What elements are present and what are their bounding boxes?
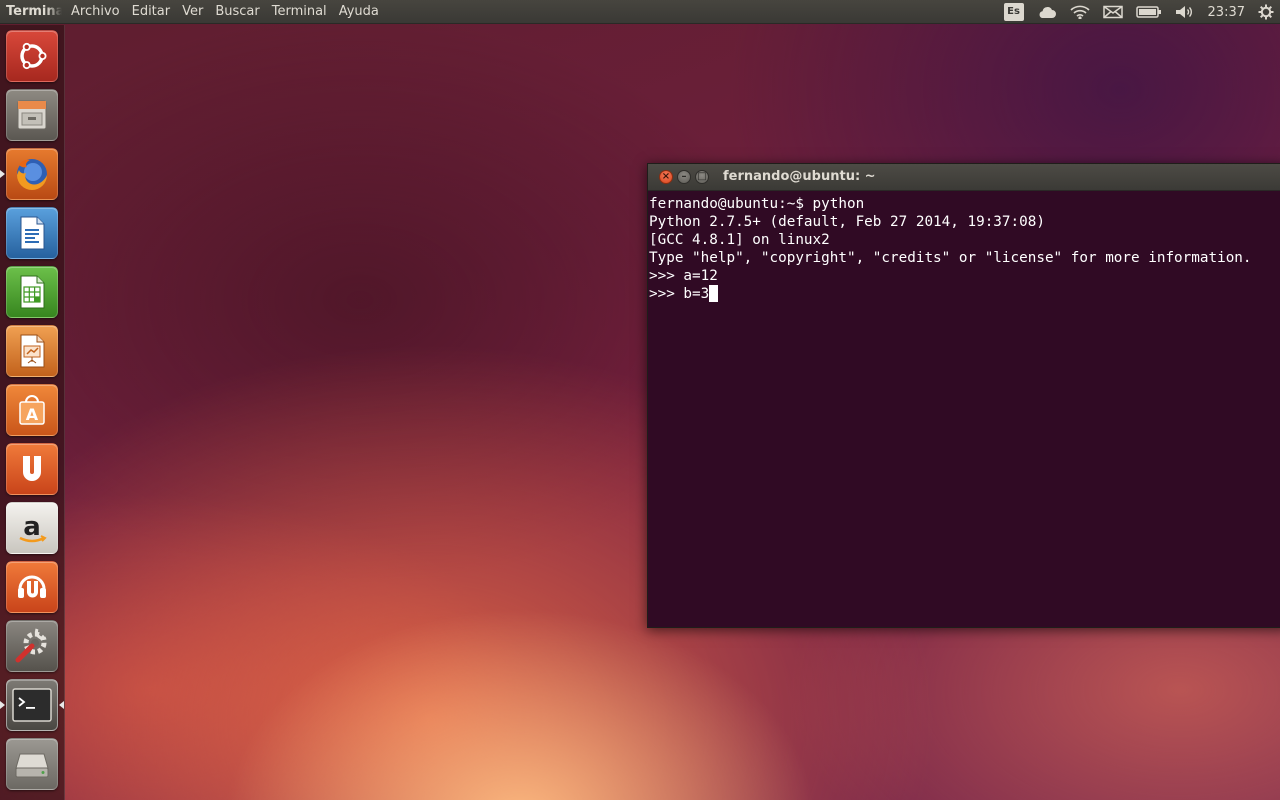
top-panel: Terminal Archivo Editar Ver Buscar Termi…	[0, 0, 1280, 24]
writer-document-icon	[20, 216, 45, 250]
terminal-current-input: >>> b=3	[649, 286, 710, 302]
app-title: Terminal	[6, 4, 62, 19]
ubuntu-logo-icon	[20, 42, 47, 70]
terminal-icon	[12, 688, 52, 722]
close-button[interactable]: ×	[659, 170, 673, 184]
svg-text:a: a	[23, 512, 41, 542]
power-gear-icon[interactable]	[1258, 4, 1274, 20]
wifi-icon[interactable]	[1069, 5, 1090, 19]
close-icon: ×	[661, 171, 671, 182]
terminal-window: × – □ fernando@ubuntu: ~ fernando@ubuntu…	[647, 163, 1280, 628]
drive-icon	[15, 753, 49, 778]
launcher-libreoffice-calc[interactable]	[6, 266, 58, 318]
volume-icon[interactable]	[1175, 5, 1195, 19]
clock[interactable]: 23:37	[1208, 5, 1245, 20]
menubar: Archivo Editar Ver Buscar Terminal Ayuda	[65, 0, 385, 24]
terminal-titlebar[interactable]: × – □ fernando@ubuntu: ~	[648, 164, 1280, 191]
impress-presentation-icon	[20, 334, 45, 368]
mail-icon[interactable]	[1102, 5, 1123, 19]
maximize-button[interactable]: □	[695, 170, 709, 184]
text-cursor	[709, 285, 719, 302]
terminal-line: fernando@ubuntu:~$ python	[649, 196, 865, 212]
launcher-libreoffice-impress[interactable]	[6, 325, 58, 377]
terminal-line: [GCC 4.8.1] on linux2	[649, 232, 830, 248]
menu-archivo[interactable]: Archivo	[65, 0, 126, 24]
launcher-libreoffice-writer[interactable]	[6, 207, 58, 259]
launcher-dash-home[interactable]	[6, 30, 58, 82]
minimize-button[interactable]: –	[677, 170, 691, 184]
maximize-icon: □	[697, 171, 707, 182]
ubuntu-one-icon	[23, 456, 41, 481]
menu-ver[interactable]: Ver	[176, 0, 209, 24]
terminal-output[interactable]: fernando@ubuntu:~$ python Python 2.7.5+ (…	[648, 191, 1280, 627]
running-pip-firefox	[0, 170, 5, 178]
clock-label: 23:37	[1207, 4, 1245, 20]
amazon-icon: a	[19, 512, 47, 543]
menu-terminal[interactable]: Terminal	[266, 0, 333, 24]
battery-icon[interactable]	[1135, 5, 1162, 19]
launcher: A a	[0, 25, 65, 800]
menu-ayuda[interactable]: Ayuda	[333, 0, 385, 24]
settings-wrench-icon	[15, 628, 47, 663]
file-cabinet-icon	[17, 100, 47, 130]
launcher-drive[interactable]	[6, 738, 58, 790]
launcher-ubuntu-one-music[interactable]	[6, 561, 58, 613]
ubuntu-one-music-icon	[18, 575, 46, 598]
keyboard-layout-indicator[interactable]: Es	[1003, 3, 1024, 21]
window-title: fernando@ubuntu: ~	[723, 169, 876, 184]
launcher-ubuntu-one[interactable]	[6, 443, 58, 495]
launcher-terminal[interactable]	[6, 679, 58, 731]
terminal-prompt-line[interactable]: >>> b=3	[649, 285, 1280, 303]
indicator-area: Es 23:37	[991, 0, 1274, 24]
terminal-line: Type "help", "copyright", "credits" or "…	[649, 250, 1252, 266]
firefox-icon	[17, 159, 47, 190]
minimize-icon: –	[681, 171, 687, 182]
svg-text:A: A	[26, 405, 39, 424]
calc-spreadsheet-icon	[20, 275, 45, 309]
launcher-software-center[interactable]: A	[6, 384, 58, 436]
cloud-icon[interactable]	[1037, 5, 1057, 19]
running-pip-terminal	[0, 701, 5, 709]
keyboard-layout-label: Es	[1003, 3, 1024, 21]
launcher-firefox[interactable]	[6, 148, 58, 200]
launcher-files[interactable]	[6, 89, 58, 141]
terminal-line: >>> a=12	[649, 268, 718, 284]
launcher-system-settings[interactable]	[6, 620, 58, 672]
menu-buscar[interactable]: Buscar	[209, 0, 265, 24]
menu-editar[interactable]: Editar	[126, 0, 177, 24]
focused-pip-terminal	[59, 701, 64, 709]
terminal-line: Python 2.7.5+ (default, Feb 27 2014, 19:…	[649, 214, 1045, 230]
shopping-bag-icon: A	[19, 395, 45, 425]
launcher-amazon[interactable]: a	[6, 502, 58, 554]
